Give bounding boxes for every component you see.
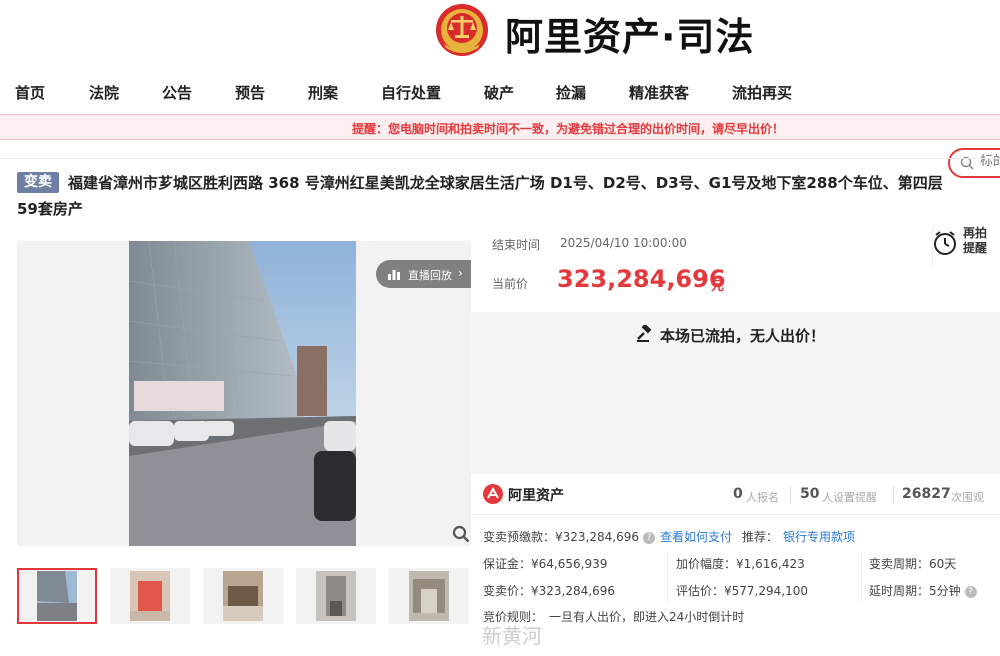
zoom-icon[interactable]: [452, 525, 470, 543]
live-replay-label: 直播回放: [408, 269, 452, 282]
chevron-right-icon: ›: [458, 266, 463, 280]
prepay-row: 变卖预缴款：¥323,284,696?: [483, 528, 655, 545]
views-label: 次围观: [951, 491, 984, 504]
weibo-watermark: 新黄河: [446, 620, 542, 649]
help-icon[interactable]: ?: [964, 586, 977, 598]
bank-account-link[interactable]: 银行专用款项: [783, 528, 855, 545]
period-row: 变卖周期：60天: [869, 555, 956, 572]
live-replay-button[interactable]: 直播回放 ›: [376, 260, 471, 288]
delay-row: 延时周期：5分钟?: [869, 582, 977, 599]
signup-label: 人报名: [746, 491, 779, 504]
thumbnail-4[interactable]: [296, 568, 376, 624]
current-price-value: 323,284,696: [557, 265, 726, 293]
appraisal-value: ¥577,294,100: [724, 584, 808, 598]
platform-name: 阿里资产: [508, 488, 564, 504]
item-title-line1: 福建省漳州市芗城区胜利西路 368 号漳州红星美凯龙全球家居生活广场 D1号、D…: [68, 174, 943, 192]
building-photo: [129, 241, 356, 546]
thumbnail-strip: [17, 568, 471, 626]
views-count: 26827: [902, 486, 951, 502]
end-time-label: 结束时间: [492, 238, 541, 252]
auction-status-text: 本场已流拍，无人出价！: [660, 327, 826, 345]
thumbnail-image: [223, 571, 263, 621]
thumbnail-1[interactable]: [17, 568, 97, 624]
main-nav: 首页 法院 公告 预告 刑案 自行处置 破产 捡漏 精准获客 流拍再买: [0, 70, 1000, 178]
nav-precise-leads[interactable]: 精准获客: [629, 82, 689, 103]
thumbnail-5[interactable]: [389, 568, 469, 624]
time-warning-bar: 提醒：您电脑时间和拍卖时间不一致，为避免错过合理的出价时间，请尽早出价！: [0, 114, 1000, 140]
thumbnail-image: [37, 571, 77, 621]
delay-label: 延时周期：: [869, 584, 930, 598]
prepay-value: ¥323,284,696: [555, 530, 639, 544]
nav-rebuy[interactable]: 流拍再买: [732, 82, 792, 103]
reminder-count: 50: [800, 486, 820, 502]
period-label: 变卖周期：: [869, 557, 930, 571]
sale-price-value: ¥323,284,696: [531, 584, 615, 598]
sale-type-badge: 变卖: [17, 172, 59, 193]
column-divider: [667, 552, 668, 602]
thumbnail-image: [130, 571, 170, 621]
nav-court[interactable]: 法院: [89, 82, 119, 103]
chart-bars-icon: [388, 270, 400, 280]
thumbnail-image: [316, 571, 356, 621]
court-emblem-icon: [436, 4, 488, 56]
nav-bankruptcy[interactable]: 破产: [484, 82, 514, 103]
nav-criminal[interactable]: 刑案: [308, 82, 338, 103]
sale-price-row: 变卖价：¥323,284,696: [483, 582, 615, 599]
signup-count: 0: [733, 486, 743, 502]
increment-row: 加价幅度：¥1,616,423: [676, 555, 805, 572]
sale-price-label: 变卖价：: [483, 584, 532, 598]
increment-value: ¥1,616,423: [736, 557, 805, 571]
deposit-value: ¥64,656,939: [531, 557, 608, 571]
reauction-reminder-label: 再拍提醒: [963, 226, 988, 255]
main-photo[interactable]: [129, 241, 356, 546]
deposit-row: 保证金：¥64,656,939: [483, 555, 607, 572]
watermark-text: 新黄河: [482, 624, 542, 648]
end-time-value: 2025/04/10 10:00:00: [560, 236, 687, 250]
recommend-label: 推荐：: [742, 530, 779, 544]
item-title-line2: 59套房产: [17, 200, 83, 218]
help-icon[interactable]: ?: [643, 532, 655, 544]
deposit-label: 保证金：: [483, 557, 532, 571]
nav-announcement[interactable]: 公告: [162, 82, 192, 103]
thumbnail-3[interactable]: [203, 568, 283, 624]
delay-value: 5分钟: [929, 584, 961, 598]
appraisal-row: 评估价：¥577,294,100: [676, 582, 808, 599]
prepay-label: 变卖预缴款：: [483, 530, 556, 544]
site-logo-text: 阿里资产·司法: [505, 15, 755, 59]
reminder-label: 人设置提醒: [822, 491, 877, 504]
nav-self-disposal[interactable]: 自行处置: [381, 82, 441, 103]
site-header: 阿里资产·司法: [0, 0, 1000, 70]
gavel-icon: [637, 325, 652, 342]
thumbnail-2[interactable]: [110, 568, 190, 624]
current-price-label: 当前价: [492, 277, 529, 291]
nav-preview[interactable]: 预告: [235, 82, 265, 103]
increment-label: 加价幅度：: [676, 557, 737, 571]
alarm-clock-icon: [934, 231, 956, 255]
bid-rule-value: 一旦有人出价，即进入24小时倒计时: [549, 610, 745, 624]
current-price-unit: 元: [711, 279, 725, 294]
appraisal-label: 评估价：: [676, 584, 725, 598]
ali-assets-logo-icon: [483, 484, 503, 504]
nav-bargain[interactable]: 捡漏: [556, 82, 586, 103]
how-to-pay-link[interactable]: 查看如何支付: [660, 528, 732, 545]
period-value: 60天: [929, 557, 957, 571]
stats-divider: [790, 486, 791, 504]
column-divider: [861, 552, 862, 602]
time-warning-text: 提醒：您电脑时间和拍卖时间不一致，为避免错过合理的出价时间，请尽早出价！: [352, 122, 785, 136]
stats-divider: [893, 486, 894, 504]
nav-home[interactable]: 首页: [15, 82, 45, 103]
thumbnail-image: [409, 571, 449, 621]
